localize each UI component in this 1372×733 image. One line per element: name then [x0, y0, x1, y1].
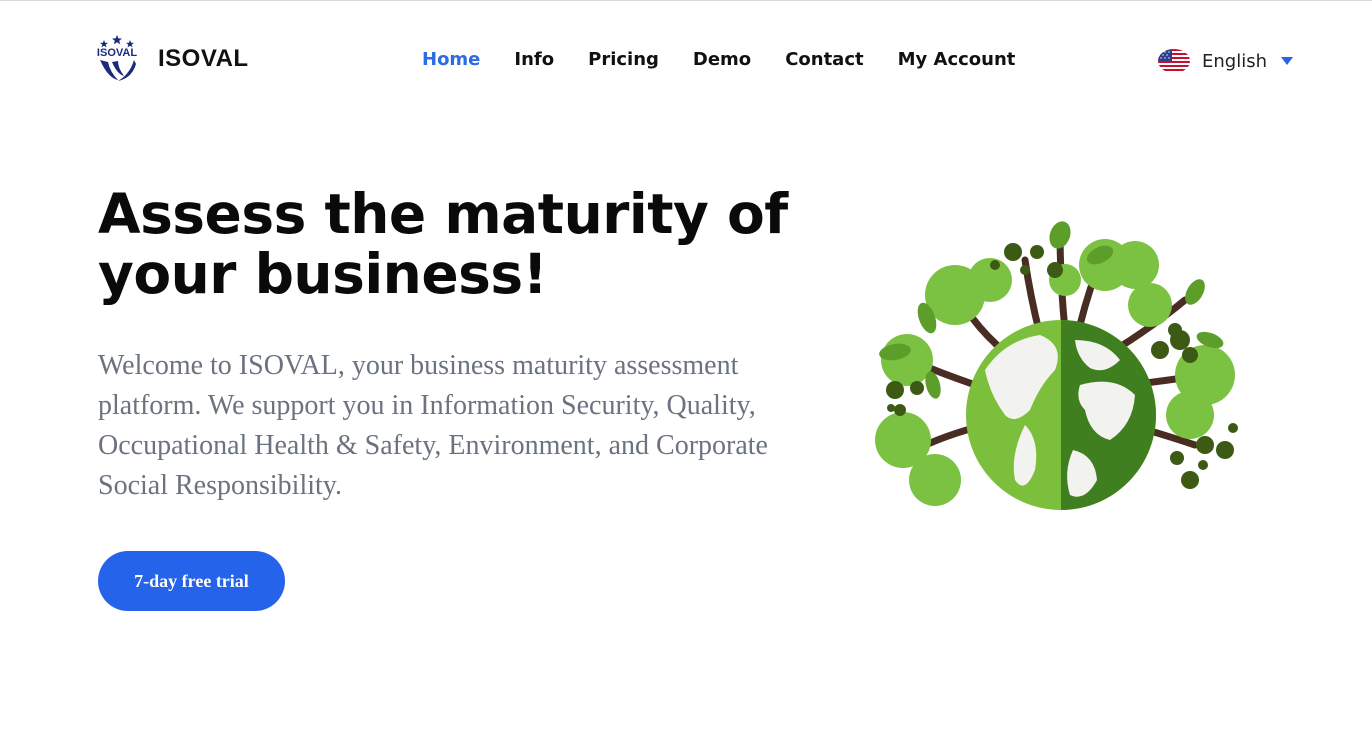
isoval-logo-icon: ISOVAL [97, 35, 137, 81]
language-selector[interactable]: English [1158, 49, 1293, 73]
hero-description: Welcome to ISOVAL, your business maturit… [98, 350, 768, 501]
free-trial-button[interactable]: 7-day free trial [98, 551, 285, 611]
green-earth-trees-illustration [875, 221, 1238, 510]
caret-down-icon [1281, 57, 1293, 65]
brand-home-link[interactable]: ISOVAL ISOVAL [90, 34, 249, 84]
nav-item-demo[interactable]: Demo [693, 49, 751, 70]
nav-item-home[interactable]: Home [422, 49, 480, 70]
brand-name: ISOVAL [158, 45, 249, 72]
nav-item-info[interactable]: Info [514, 49, 554, 70]
nav-item-pricing[interactable]: Pricing [588, 49, 659, 70]
main-nav: Home Info Pricing Demo Contact My Accoun… [422, 49, 1049, 70]
site-header: ISOVAL ISOVAL Home Info Pricing Demo Con… [0, 0, 1372, 120]
svg-text:ISOVAL: ISOVAL [97, 47, 137, 59]
nav-item-contact[interactable]: Contact [785, 49, 863, 70]
language-label: English [1202, 50, 1267, 72]
us-flag-icon [1158, 49, 1190, 73]
hero-title: Assess the maturity of your business! [98, 182, 788, 306]
nav-item-my-account[interactable]: My Account [898, 49, 1016, 70]
